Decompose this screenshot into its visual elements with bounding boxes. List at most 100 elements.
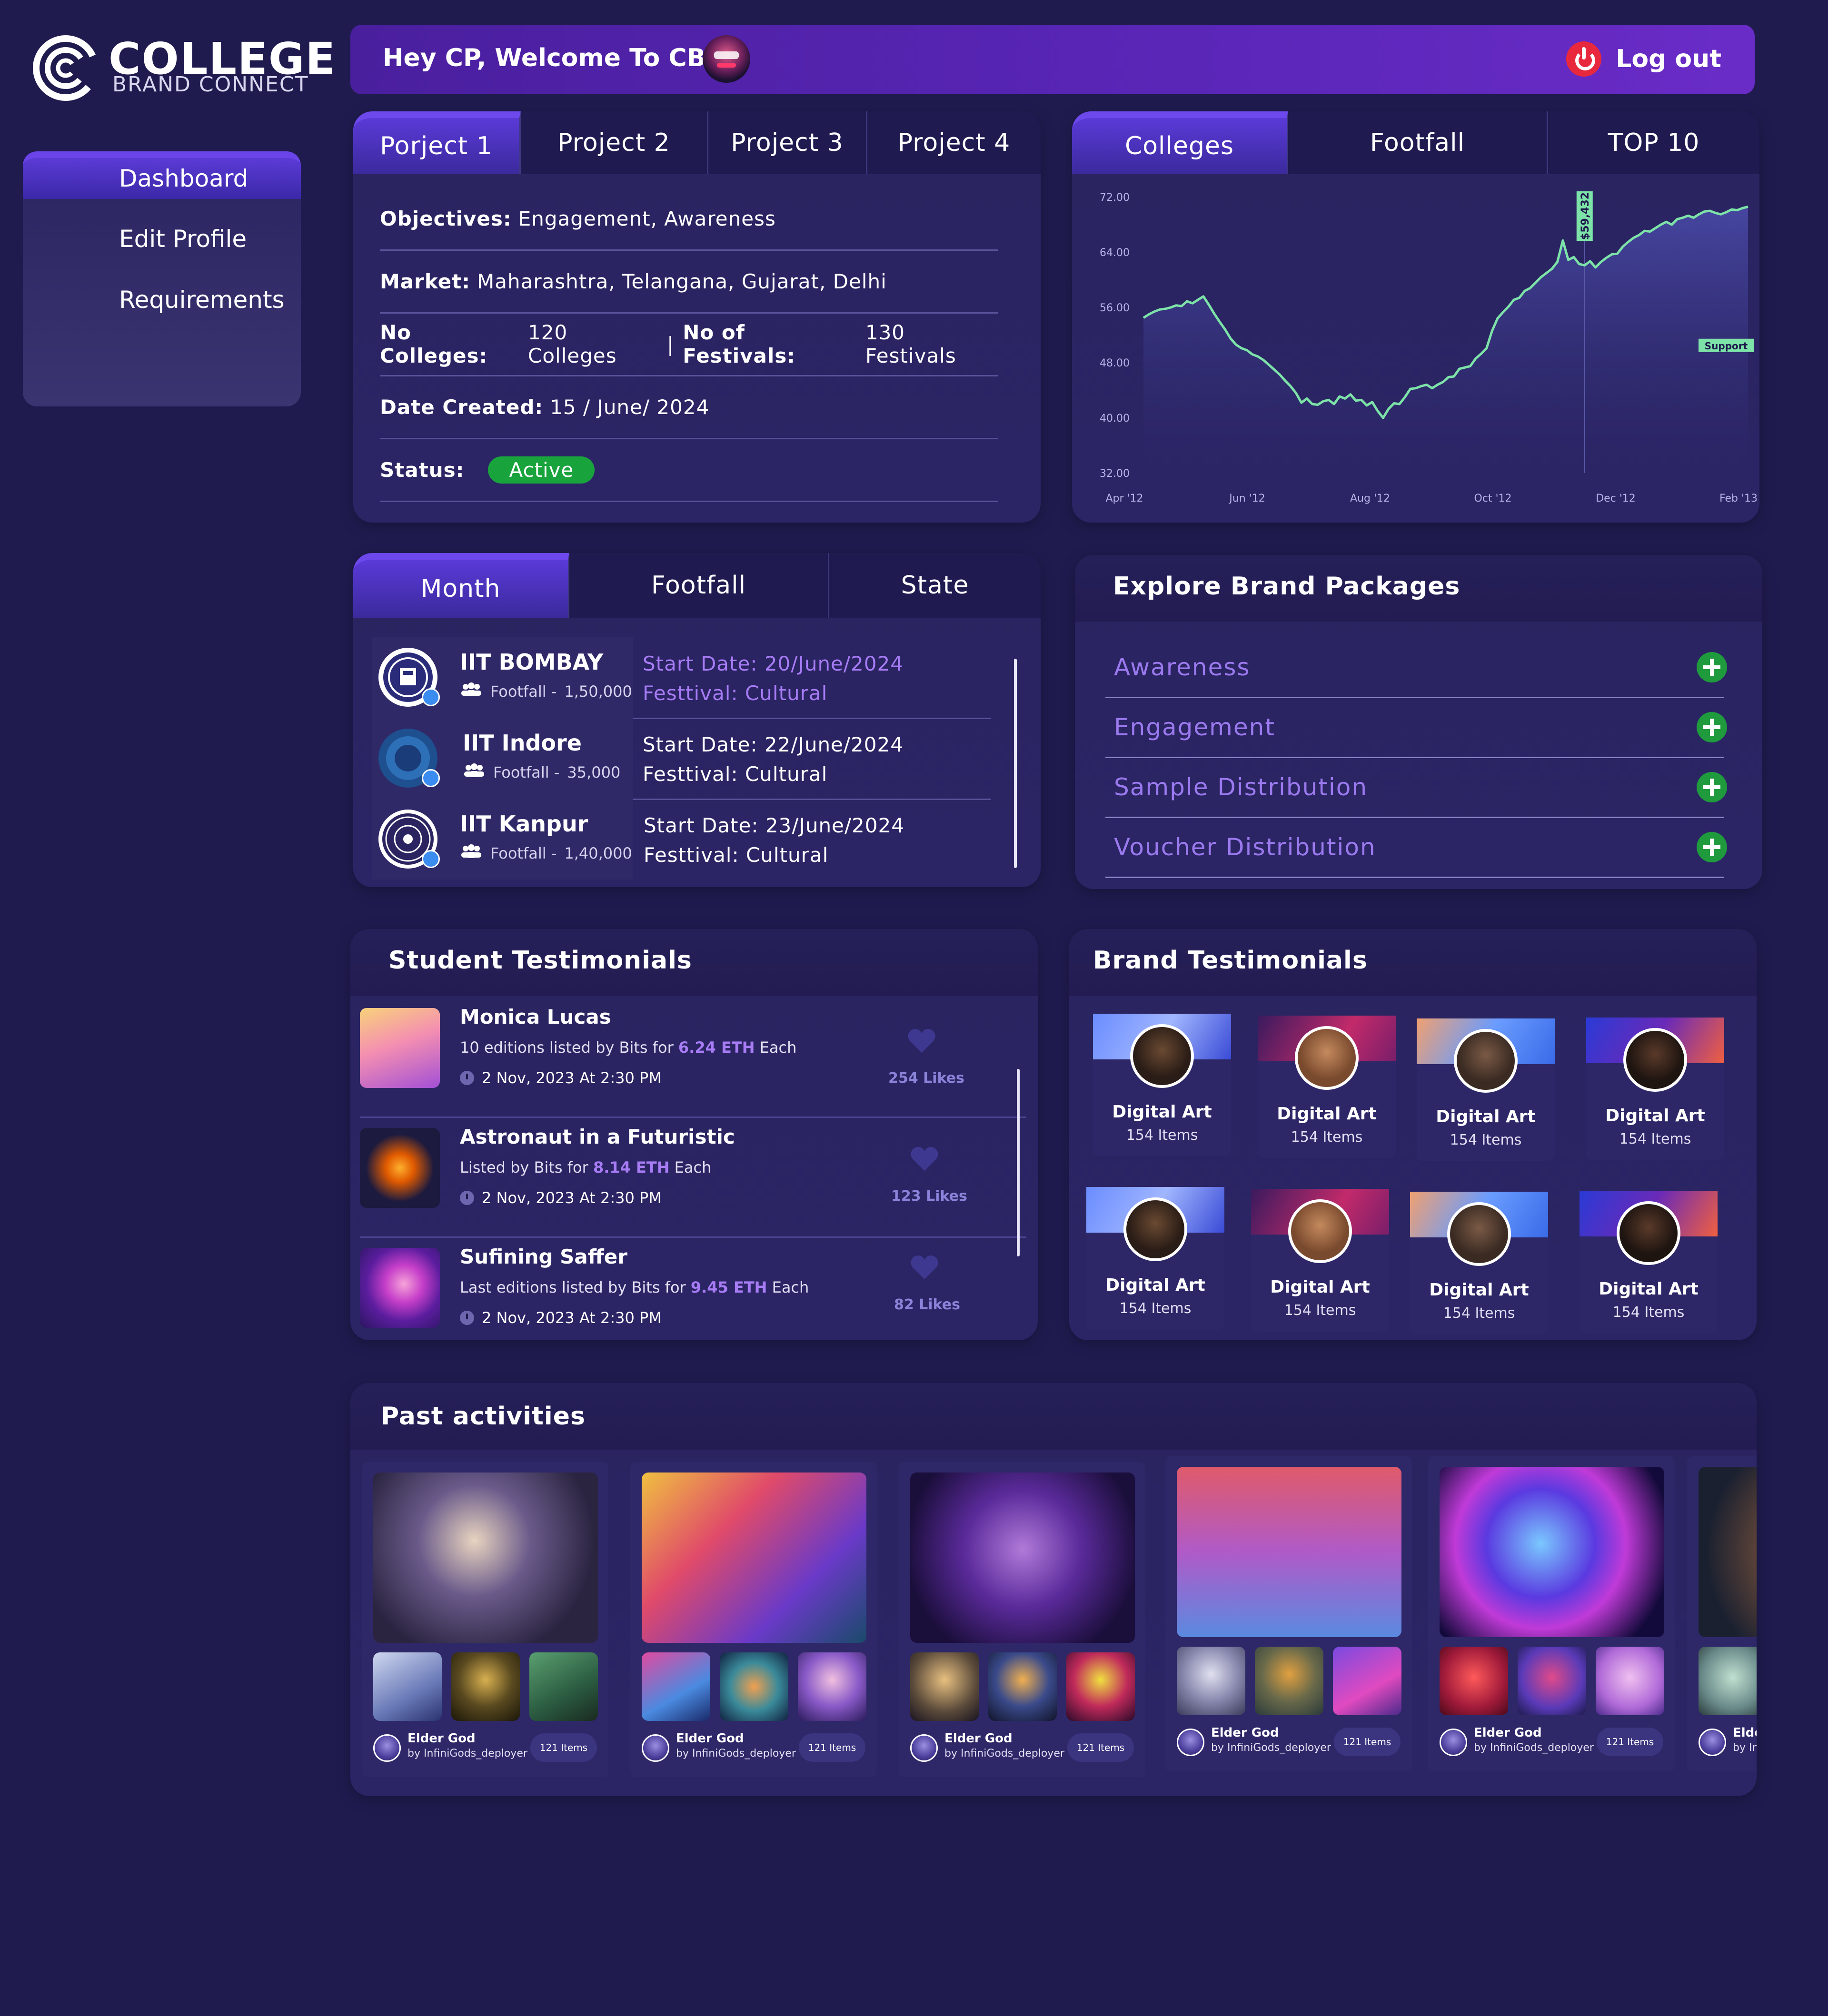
brand-card[interactable]: Digital Art 154 Items xyxy=(1586,1018,1724,1160)
vertical-marker-label: $59,432 xyxy=(1580,192,1591,240)
logout-button[interactable]: Log out xyxy=(1566,40,1721,78)
brand-card[interactable]: Digital Art 154 Items xyxy=(1580,1191,1718,1334)
package-label: Engagement xyxy=(1114,713,1275,741)
date-row: Date Created: 15 / June/ 2024 xyxy=(380,376,998,439)
tab-project-4[interactable]: Project 4 xyxy=(867,111,1041,174)
tab-state[interactable]: State xyxy=(829,553,1041,618)
desc-text: 10 editions listed by Bits for xyxy=(460,1038,678,1057)
add-icon[interactable] xyxy=(1697,712,1727,742)
date-text: 2 Nov, 2023 At 2:30 PM xyxy=(482,1309,662,1327)
brand-card[interactable]: Digital Art 154 Items xyxy=(1417,1018,1555,1161)
x-tick-label: Oct '12 xyxy=(1474,493,1511,504)
activity-name: Elder God xyxy=(676,1731,744,1746)
y-tick-label: 48.00 xyxy=(1100,357,1130,369)
package-awareness[interactable]: Awareness xyxy=(1105,638,1727,698)
people-icon xyxy=(463,763,486,781)
testimonial-row[interactable]: Astronaut in a Futuristic Listed by Bits… xyxy=(360,1117,1026,1238)
brand-logo[interactable]: COLLEGE BRAND CONNECT xyxy=(32,33,335,105)
scrollbar[interactable] xyxy=(1014,659,1017,868)
tab-project-3[interactable]: Project 3 xyxy=(708,111,867,174)
brand-subtitle: BRAND CONNECT xyxy=(112,72,309,97)
date-text: 2 Nov, 2023 At 2:30 PM xyxy=(482,1069,662,1087)
colleges-label: No Colleges: xyxy=(380,321,488,367)
colleges-value: 120 Colleges xyxy=(528,321,617,367)
activity-card[interactable]: Elder by Infi xyxy=(1687,1456,1757,1771)
desc-text: Last editions listed by Bits for xyxy=(460,1278,691,1296)
package-sample-distribution[interactable]: Sample Distribution xyxy=(1105,758,1727,818)
section-title: Past activities xyxy=(381,1402,586,1431)
activity-card[interactable]: Elder God by InfiniGods_deployer 121 Ite… xyxy=(899,1462,1145,1777)
people-icon xyxy=(460,844,483,862)
activity-creator: by InfiniGods_deployer xyxy=(944,1748,1064,1759)
activity-thumbnail xyxy=(1596,1647,1664,1715)
testimonial-image xyxy=(360,1128,440,1208)
tab-footfall-schedule[interactable]: Footfall xyxy=(569,553,829,618)
desc-suffix: Each xyxy=(669,1158,712,1176)
items-badge: 121 Items xyxy=(799,1733,865,1762)
sidebar-item-edit-profile[interactable]: Edit Profile xyxy=(23,216,301,262)
brand-items-count: 154 Items xyxy=(1126,1127,1198,1144)
activity-thumbnail xyxy=(1066,1652,1135,1721)
brand-card[interactable]: Digital Art 154 Items xyxy=(1093,1014,1231,1156)
clock-icon xyxy=(460,1311,474,1325)
add-icon[interactable] xyxy=(1697,772,1727,802)
brand-card[interactable]: Digital Art 154 Items xyxy=(1086,1187,1224,1330)
testimonial-title: Sufining Saffer xyxy=(460,1245,627,1268)
testimonial-row[interactable]: Sufining Saffer Last editions listed by … xyxy=(360,1236,1026,1356)
festival-type: Festtival: Cultural xyxy=(643,762,828,786)
project-tabs: Porject 1 Project 2 Project 3 Project 4 xyxy=(353,111,1041,174)
college-row[interactable]: IIT BOMBAY Footfall - 1,50,000 Start Dat… xyxy=(372,637,991,719)
avatar-face-icon xyxy=(714,51,739,68)
activity-thumbnail xyxy=(373,1652,442,1721)
status-label: Status: xyxy=(380,458,465,482)
x-tick-label: Jun '12 xyxy=(1228,493,1265,504)
user-avatar[interactable] xyxy=(703,35,750,83)
add-icon[interactable] xyxy=(1697,832,1727,862)
y-tick-label: 40.00 xyxy=(1100,413,1130,425)
brand-card[interactable]: Digital Art 154 Items xyxy=(1258,1016,1396,1158)
activity-thumbnail xyxy=(1699,1647,1757,1715)
package-voucher-distribution[interactable]: Voucher Distribution xyxy=(1105,818,1727,878)
line-chart[interactable]: 72.00 64.00 56.00 48.00 40.00 32.00 Apr '12 Jun… xyxy=(1072,183,1759,516)
heart-icon[interactable] xyxy=(910,1255,939,1280)
testimonial-title: Monica Lucas xyxy=(460,1005,611,1028)
brand-avatar xyxy=(1454,1029,1518,1093)
activity-card[interactable]: Elder God by InfiniGods_deployer 121 Ite… xyxy=(1428,1456,1675,1771)
activity-card[interactable]: Elder God by InfiniGods_deployer 121 Ite… xyxy=(630,1462,877,1777)
add-icon[interactable] xyxy=(1697,652,1727,682)
sidebar-item-dashboard[interactable]: Dashboard xyxy=(23,151,301,199)
tab-month[interactable]: Month xyxy=(353,553,569,618)
brand-avatar xyxy=(1295,1026,1359,1090)
tab-project-2[interactable]: Project 2 xyxy=(521,111,708,174)
activity-name: Elder God xyxy=(1211,1726,1279,1740)
tab-colleges[interactable]: Colleges xyxy=(1072,111,1288,174)
scrollbar[interactable] xyxy=(1017,1069,1020,1256)
creator-avatar xyxy=(642,1734,669,1762)
college-row[interactable]: IIT Kanpur Footfall - 1,40,000 Start Dat… xyxy=(372,799,991,880)
brand-card[interactable]: Digital Art 154 Items xyxy=(1410,1192,1548,1334)
brand-items-count: 154 Items xyxy=(1284,1302,1356,1319)
brand-card[interactable]: Digital Art 154 Items xyxy=(1251,1189,1389,1332)
testimonial-row[interactable]: Monica Lucas 10 editions listed by Bits … xyxy=(360,997,1026,1118)
creator-avatar xyxy=(1177,1729,1204,1756)
eth-price: 6.24 ETH xyxy=(678,1038,755,1057)
activity-card[interactable]: Elder God by InfiniGods_deployer 121 Ite… xyxy=(362,1462,608,1777)
date-value: 15 / June/ 2024 xyxy=(550,395,710,419)
activity-card[interactable]: Elder God by InfiniGods_deployer 121 Ite… xyxy=(1165,1456,1412,1771)
chart-tabs: Colleges Footfall TOP 10 xyxy=(1072,111,1759,174)
activity-main-image xyxy=(1177,1467,1401,1637)
tab-top-10[interactable]: TOP 10 xyxy=(1548,111,1759,174)
people-icon xyxy=(460,682,483,701)
tab-project-1[interactable]: Porject 1 xyxy=(353,111,521,174)
tab-footfall[interactable]: Footfall xyxy=(1288,111,1548,174)
heart-icon[interactable] xyxy=(907,1028,936,1054)
package-engagement[interactable]: Engagement xyxy=(1105,698,1727,758)
college-row[interactable]: IIT Indore Footfall - 35,000 Start Date:… xyxy=(372,718,991,800)
college-name: IIT BOMBAY xyxy=(460,649,604,675)
sidebar-item-requirements[interactable]: Requirements xyxy=(23,277,301,323)
brand-name: Digital Art xyxy=(1429,1280,1529,1300)
heart-icon[interactable] xyxy=(910,1146,939,1172)
brand-items-count: 154 Items xyxy=(1612,1304,1685,1321)
clock-icon xyxy=(460,1071,474,1085)
brand-avatar xyxy=(1123,1197,1187,1261)
